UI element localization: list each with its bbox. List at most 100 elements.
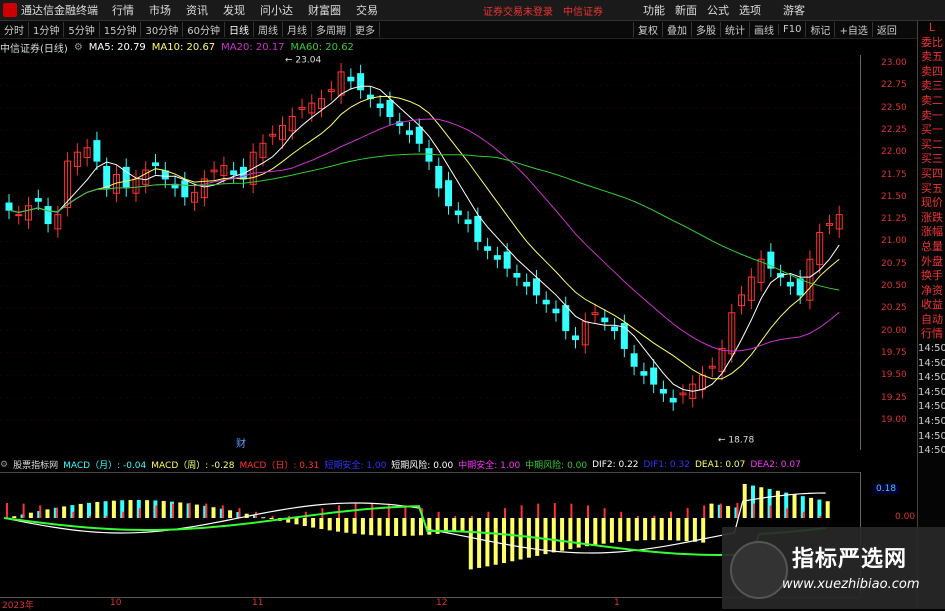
- period-tab-monthly[interactable]: 月线: [283, 22, 312, 37]
- menu-new-page[interactable]: 新面: [675, 2, 697, 18]
- statistics-button[interactable]: 统计: [719, 22, 749, 37]
- candle-body: [386, 99, 394, 118]
- macd-bar: [643, 518, 648, 541]
- menu-item-discover[interactable]: 发现: [223, 2, 245, 18]
- macd-bar: [493, 518, 498, 565]
- x-label-12: 12: [436, 598, 448, 608]
- ma60-value: MA60: 20.62: [290, 41, 354, 53]
- menu-item-wealth[interactable]: 财富圈: [308, 2, 341, 18]
- candle-body: [425, 148, 433, 162]
- period-tab-daily[interactable]: 日线: [225, 22, 254, 37]
- dea2-value: DEA2: 0.07: [750, 459, 801, 470]
- watermark-title: 指标严选网: [792, 547, 908, 572]
- period-tab-weekly[interactable]: 周线: [254, 22, 283, 37]
- indicator-name[interactable]: 股票指标网: [13, 458, 58, 471]
- mid-safe: 中期安全: 1.00: [458, 461, 521, 471]
- menu-item-ask[interactable]: 问小达: [260, 2, 293, 18]
- macd-red-bar: [620, 511, 623, 518]
- macd-bar: [659, 518, 664, 541]
- menu-formula[interactable]: 公式: [707, 2, 729, 18]
- mark-button[interactable]: 标记: [805, 22, 834, 37]
- price-tick: 19.50: [881, 370, 907, 381]
- overlay-button[interactable]: 叠加: [661, 22, 691, 37]
- login-status[interactable]: 证券交易未登录: [483, 3, 553, 18]
- candle-body: [542, 299, 550, 305]
- macd-bar: [601, 518, 606, 544]
- macd-bar: [161, 500, 166, 518]
- candlestick-chart[interactable]: ← 23.04 ← 18.78 财: [0, 55, 860, 450]
- macd-red-bar: [786, 508, 789, 518]
- macd-red-bar: [487, 511, 490, 518]
- draw-line-button[interactable]: 画线: [748, 22, 778, 37]
- restore-rights-button[interactable]: 复权: [632, 22, 662, 37]
- add-watchlist-button[interactable]: +自选: [834, 22, 871, 37]
- watermark-banner: 指标严选网 www.xuezhibiao.com: [722, 527, 945, 609]
- period-tab-intraday[interactable]: 分时: [0, 22, 29, 37]
- period-tab-60min[interactable]: 60分钟: [183, 22, 225, 37]
- period-tab-1min[interactable]: 1分钟: [29, 22, 65, 37]
- candle-body: [630, 353, 638, 367]
- macd-bar: [87, 502, 91, 518]
- candle-body: [44, 206, 52, 225]
- candle-body: [640, 371, 648, 376]
- macd-red-bar: [802, 511, 805, 518]
- watermark-logo-icon: [730, 541, 788, 599]
- macd-bar: [78, 503, 83, 518]
- app-logo-icon: [3, 3, 17, 17]
- price-tick: 22.00: [881, 147, 907, 158]
- menu-item-trade[interactable]: 交易: [356, 2, 378, 18]
- macd-bar: [518, 518, 523, 560]
- panel-label: 委比: [921, 35, 943, 49]
- panel-label: 换手: [921, 269, 943, 283]
- price-tick: 20.50: [881, 281, 907, 291]
- menu-item-market[interactable]: 市场: [149, 2, 171, 18]
- candle-body: [562, 305, 570, 332]
- period-tab-more[interactable]: 更多: [351, 22, 380, 37]
- x-label-11: 11: [252, 598, 264, 608]
- panel-toggle[interactable]: L: [918, 21, 945, 36]
- period-tab-15min[interactable]: 15分钟: [100, 22, 142, 37]
- indicator-axis-value: 0.18: [873, 484, 900, 494]
- back-button[interactable]: 返回: [871, 22, 901, 37]
- macd-bar: [228, 510, 233, 518]
- macd-red-bar: [653, 515, 656, 518]
- macd-bar: [103, 501, 108, 518]
- macd-bar: [327, 518, 332, 531]
- macd-bar: [726, 506, 731, 518]
- macd-bar: [668, 518, 672, 541]
- menu-function[interactable]: 功能: [643, 2, 665, 18]
- candle-body: [523, 281, 531, 287]
- settings-icon[interactable]: ⚙: [74, 42, 83, 53]
- candle-body: [796, 278, 804, 296]
- dea1-value: DEA1: 0.07: [694, 459, 746, 470]
- period-tab-30min[interactable]: 30分钟: [141, 22, 184, 37]
- macd-bar: [651, 518, 656, 541]
- price-axis: 23.00 22.75 22.50 22.25 22.00 21.75 21.50 21.25…: [860, 55, 916, 450]
- multi-stock-button[interactable]: 多股: [690, 22, 720, 37]
- menu-guest[interactable]: 游客: [783, 2, 805, 18]
- macd-bar: [145, 500, 150, 518]
- indicator-icon[interactable]: ⚙: [0, 460, 8, 470]
- macd-bar: [211, 507, 216, 518]
- menu-item-news[interactable]: 资讯: [186, 2, 208, 18]
- macd-bar: [95, 501, 100, 518]
- macd-bar: [419, 518, 423, 536]
- menu-options[interactable]: 选项: [739, 2, 761, 18]
- time-label: 14:50: [918, 416, 945, 428]
- panel-label: 卖一: [921, 108, 943, 122]
- price-tick: 21.50: [881, 191, 907, 202]
- macd-bar: [294, 518, 299, 525]
- panel-label: 外盘: [921, 254, 943, 268]
- period-tab-multi[interactable]: 多周期: [312, 22, 351, 37]
- event-marker: 财: [236, 437, 246, 450]
- macd-bar: [477, 518, 482, 568]
- menu-item-quotes[interactable]: 行情: [112, 2, 134, 18]
- candle-body: [572, 335, 580, 341]
- low-price-label: ← 18.78: [718, 435, 754, 445]
- f10-button[interactable]: F10: [777, 24, 805, 35]
- macd-bar: [560, 518, 565, 551]
- macd-red-bar: [703, 505, 706, 518]
- panel-label: 买二: [921, 137, 943, 151]
- macd-red-bar: [155, 505, 158, 518]
- period-tab-5min[interactable]: 5分钟: [64, 22, 100, 37]
